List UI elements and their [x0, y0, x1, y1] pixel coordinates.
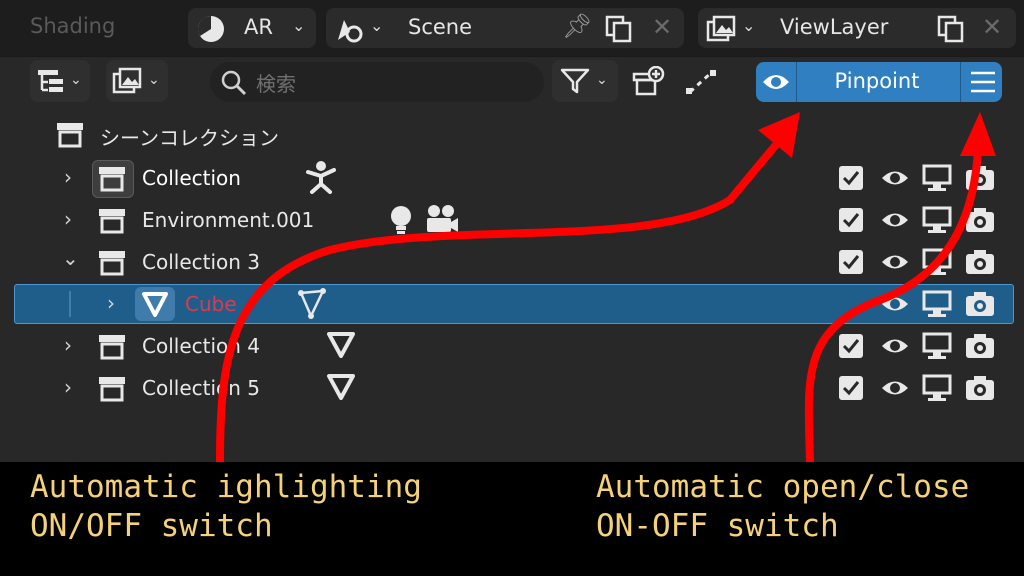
caption-right-line2: ON-OFF switch — [596, 508, 839, 544]
arrowhead-left — [758, 112, 800, 158]
caption-right: Automatic open/close ON-OFF switch — [596, 468, 969, 546]
arrowhead-right — [960, 112, 996, 156]
annotation-caption: Automatic ighlighting ON/OFF switch Auto… — [0, 462, 1024, 576]
arrow-to-open-close-toggle — [804, 146, 982, 466]
caption-left: Automatic ighlighting ON/OFF switch — [30, 468, 422, 546]
arrow-to-highlight-toggle — [216, 136, 784, 466]
caption-left-line1: Automatic ighlighting — [30, 469, 422, 505]
caption-left-line2: ON/OFF switch — [30, 508, 273, 544]
caption-right-line1: Automatic open/close — [596, 469, 970, 505]
